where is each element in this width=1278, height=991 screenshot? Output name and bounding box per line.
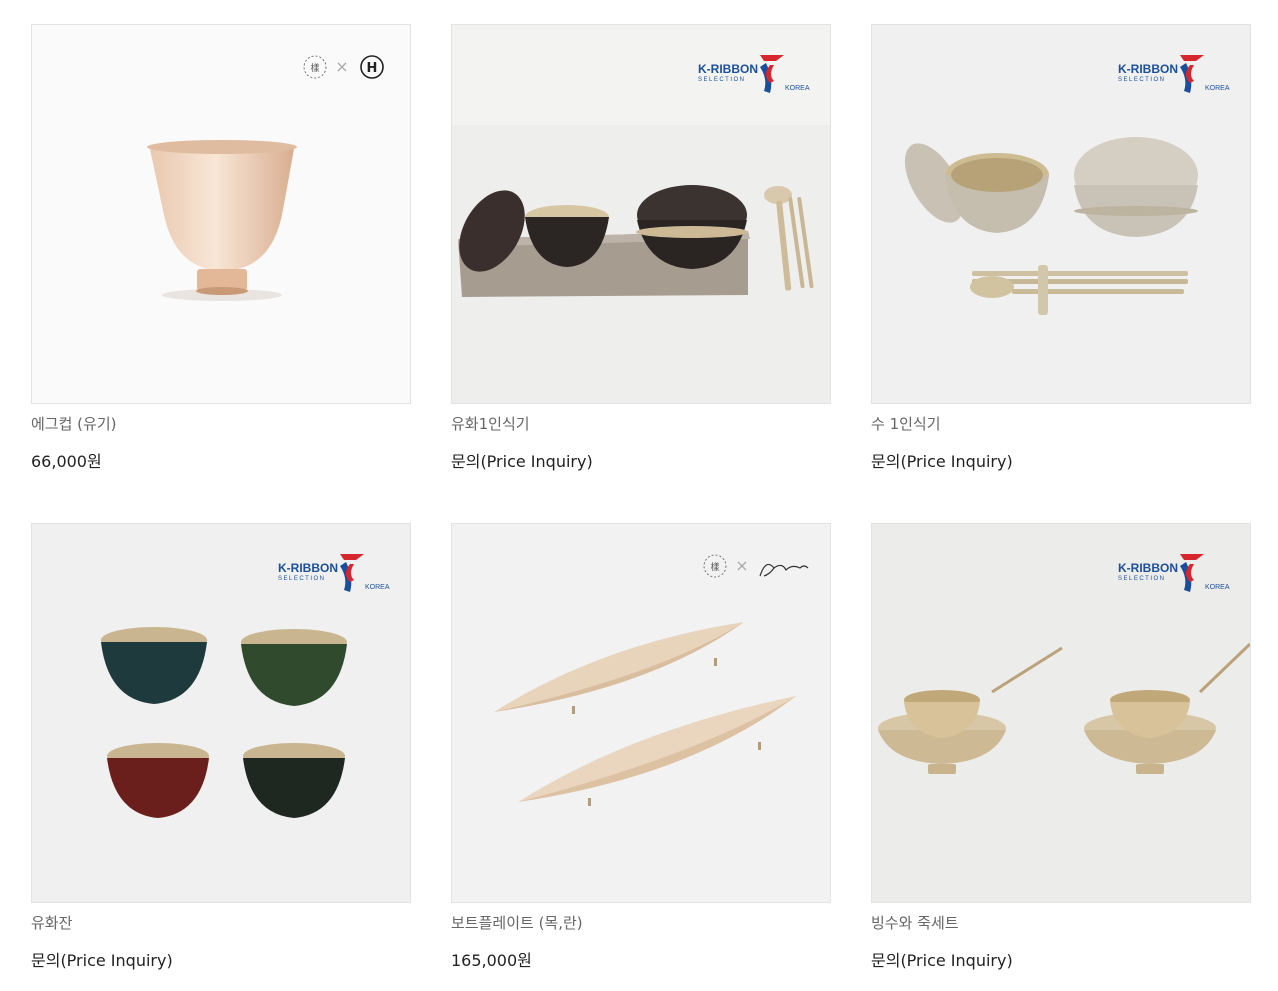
boat-plate-photo: 樣 ×	[494, 554, 809, 806]
svg-text:H: H	[367, 61, 378, 76]
svg-text:×: ×	[735, 556, 748, 575]
svg-text:K-RIBBON: K-RIBBON	[1118, 62, 1178, 76]
yuhwa-set-photo: K-RIBBON SELECTION KOREA	[452, 25, 830, 297]
k-ribbon-logo: K-RIBBON SELECTION KOREA	[1118, 55, 1230, 93]
svg-text:KOREA: KOREA	[365, 584, 390, 591]
svg-text:樣: 樣	[310, 62, 319, 74]
svg-text:SELECTION: SELECTION	[1118, 77, 1166, 83]
product-price: 문의(Price Inquiry)	[451, 452, 593, 471]
svg-text:KOREA: KOREA	[1205, 584, 1230, 591]
svg-text:K-RIBBON: K-RIBBON	[698, 62, 758, 76]
product-name[interactable]: 유화잔	[31, 912, 72, 933]
svg-text:SELECTION: SELECTION	[698, 77, 746, 83]
product-name[interactable]: 빙수와 죽세트	[871, 912, 959, 933]
svg-text:SELECTION: SELECTION	[278, 576, 326, 582]
su-set-photo: K-RIBBON SELECTION KOREA	[904, 55, 1230, 315]
product-image-boat-plate[interactable]: 樣 ×	[451, 523, 831, 903]
product-name[interactable]: 유화1인식기	[451, 413, 530, 434]
product-price: 문의(Price Inquiry)	[871, 452, 1013, 471]
egg-cup-photo: 樣 × H	[147, 55, 384, 301]
svg-text:K-RIBBON: K-RIBBON	[1118, 561, 1178, 575]
product-name[interactable]: 에그컵 (유기)	[31, 413, 116, 434]
svg-text:樣: 樣	[710, 561, 719, 573]
product-name[interactable]: 수 1인식기	[871, 413, 941, 434]
product-image-yuhwa-cups[interactable]: K-RIBBON SELECTION KOREA	[31, 523, 411, 903]
product-image-bingsu-set[interactable]: K-RIBBON SELECTION KOREA	[871, 523, 1251, 903]
product-image-yuhwa-set[interactable]: K-RIBBON SELECTION KOREA	[451, 24, 831, 404]
svg-text:×: ×	[335, 57, 348, 76]
k-ribbon-logo: K-RIBBON SELECTION KOREA	[1118, 554, 1230, 592]
product-image-egg-cup[interactable]: 樣 × H	[31, 24, 411, 404]
product-price: 165,000원	[451, 951, 532, 970]
product-image-su-set[interactable]: K-RIBBON SELECTION KOREA	[871, 24, 1251, 404]
product-price: 문의(Price Inquiry)	[31, 951, 173, 970]
svg-text:KOREA: KOREA	[1205, 85, 1230, 92]
product-name[interactable]: 보트플레이트 (목,란)	[451, 912, 583, 933]
svg-text:K-RIBBON: K-RIBBON	[278, 561, 338, 575]
yuhwa-cups-photo: K-RIBBON SELECTION KOREA	[101, 554, 390, 818]
k-ribbon-logo: K-RIBBON SELECTION KOREA	[278, 554, 390, 592]
product-price: 문의(Price Inquiry)	[871, 951, 1013, 970]
svg-text:SELECTION: SELECTION	[1118, 576, 1166, 582]
svg-text:KOREA: KOREA	[785, 85, 810, 92]
bingsu-set-photo: K-RIBBON SELECTION KOREA	[878, 554, 1250, 774]
changsuljo-x-studio-logo: 樣 ×	[703, 554, 809, 578]
changsuljo-x-h-logo: 樣 × H	[303, 55, 384, 79]
product-price: 66,000원	[31, 452, 102, 471]
